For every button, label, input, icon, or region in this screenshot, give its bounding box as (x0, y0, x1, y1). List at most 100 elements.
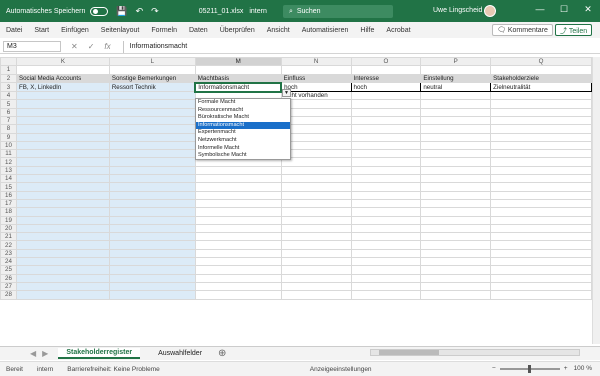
zoom-out-icon[interactable]: − (492, 365, 496, 372)
save-icon[interactable]: 💾 (116, 6, 127, 17)
status-sensitivity[interactable]: intern (37, 366, 53, 373)
cell[interactable] (420, 107, 492, 118)
cell[interactable] (108, 165, 196, 176)
cell[interactable] (350, 273, 422, 283)
cell[interactable] (15, 91, 110, 101)
cell[interactable] (420, 149, 492, 159)
row-number[interactable]: 15 (0, 182, 17, 192)
cell[interactable] (108, 265, 196, 275)
cell[interactable]: nicht vorhanden (280, 91, 352, 101)
cell[interactable] (108, 207, 196, 217)
cell[interactable] (280, 273, 352, 283)
cell[interactable] (15, 65, 110, 75)
row-number[interactable]: 5 (0, 99, 17, 109)
row-number[interactable]: 27 (0, 281, 17, 292)
cell[interactable] (194, 190, 282, 200)
dropdown-option[interactable]: Informelle Macht (196, 145, 290, 153)
header-cell[interactable]: Interesse (350, 73, 422, 84)
cell[interactable] (194, 174, 282, 184)
cell[interactable] (108, 257, 196, 267)
add-sheet-icon[interactable]: ⊕ (218, 348, 226, 359)
cell[interactable] (420, 190, 492, 200)
cell[interactable] (420, 207, 492, 217)
cell[interactable] (15, 198, 110, 209)
cell[interactable] (490, 115, 592, 126)
tab-automatisieren[interactable]: Automatisieren (302, 27, 349, 34)
cell[interactable] (108, 65, 196, 75)
cell[interactable] (108, 174, 196, 184)
cell[interactable] (350, 91, 422, 101)
cell[interactable] (350, 157, 422, 167)
cell[interactable] (15, 215, 110, 225)
row-number[interactable]: 26 (0, 273, 17, 283)
row-number[interactable]: 19 (0, 215, 17, 225)
cell[interactable] (15, 140, 110, 151)
formula-input[interactable]: Informationsmacht (122, 40, 600, 53)
cell[interactable] (108, 198, 196, 209)
cell[interactable] (350, 248, 422, 259)
cell[interactable] (350, 115, 422, 126)
cell[interactable] (280, 240, 352, 250)
cell[interactable] (280, 248, 352, 259)
cell[interactable] (280, 140, 352, 151)
cell[interactable] (420, 157, 492, 167)
sheet-prev-icon[interactable]: ◀ (30, 349, 36, 358)
zoom-in-icon[interactable]: + (564, 365, 568, 372)
cell[interactable] (15, 115, 110, 126)
cell[interactable] (490, 290, 592, 300)
col-header-m[interactable]: M (194, 57, 282, 67)
cell[interactable] (280, 165, 352, 176)
cell[interactable] (15, 132, 110, 142)
col-header-o[interactable]: O (350, 57, 422, 67)
row-number[interactable]: 14 (0, 174, 17, 184)
cell[interactable] (280, 124, 352, 134)
cell[interactable] (108, 273, 196, 283)
row-number[interactable]: 4 (0, 91, 17, 101)
header-cell[interactable]: Stakeholderziele (490, 73, 592, 84)
active-cell[interactable]: Informationsmacht (194, 81, 283, 93)
cell[interactable] (280, 281, 352, 292)
cell[interactable] (350, 182, 422, 192)
tab-ansicht[interactable]: Ansicht (267, 27, 290, 34)
cell[interactable] (108, 91, 196, 101)
maximize-button[interactable]: ☐ (556, 4, 572, 15)
cell[interactable] (15, 207, 110, 217)
row-number[interactable]: 3 (0, 82, 17, 93)
sheet-tab-stakeholderregister[interactable]: Stakeholderregister (58, 348, 141, 359)
cell[interactable] (350, 240, 422, 250)
cell[interactable] (108, 281, 196, 292)
cell[interactable] (280, 157, 352, 167)
cell[interactable] (420, 265, 492, 275)
cell[interactable]: hoch (350, 82, 422, 93)
corner-cell[interactable] (0, 57, 17, 67)
cell[interactable] (420, 99, 492, 109)
cell[interactable] (194, 182, 282, 192)
cell[interactable] (15, 107, 110, 118)
cell[interactable] (108, 215, 196, 225)
status-accessibility[interactable]: Barrierefreiheit: Keine Probleme (67, 366, 160, 373)
cell[interactable] (490, 174, 592, 184)
cell[interactable] (490, 281, 592, 292)
cell[interactable] (108, 232, 196, 242)
header-cell[interactable]: Einfluss (280, 73, 352, 84)
cell[interactable] (490, 132, 592, 142)
row-number[interactable]: 28 (0, 290, 17, 300)
cell[interactable] (490, 99, 592, 109)
col-header-l[interactable]: L (108, 57, 196, 67)
cell[interactable] (15, 149, 110, 159)
row-number[interactable]: 11 (0, 149, 17, 159)
tab-hilfe[interactable]: Hilfe (360, 27, 374, 34)
cell[interactable] (194, 223, 282, 234)
cell[interactable] (490, 198, 592, 209)
cell[interactable] (420, 198, 492, 209)
cell[interactable] (280, 290, 352, 300)
cell[interactable] (490, 240, 592, 250)
cell[interactable] (490, 65, 592, 75)
cell[interactable] (350, 65, 422, 75)
user-name[interactable]: Uwe Lingscheid (433, 7, 482, 14)
dropdown-option[interactable]: Formale Macht (196, 99, 290, 107)
cell[interactable] (108, 149, 196, 159)
row-number[interactable]: 7 (0, 115, 17, 126)
cell[interactable] (108, 140, 196, 151)
cell[interactable] (15, 273, 110, 283)
